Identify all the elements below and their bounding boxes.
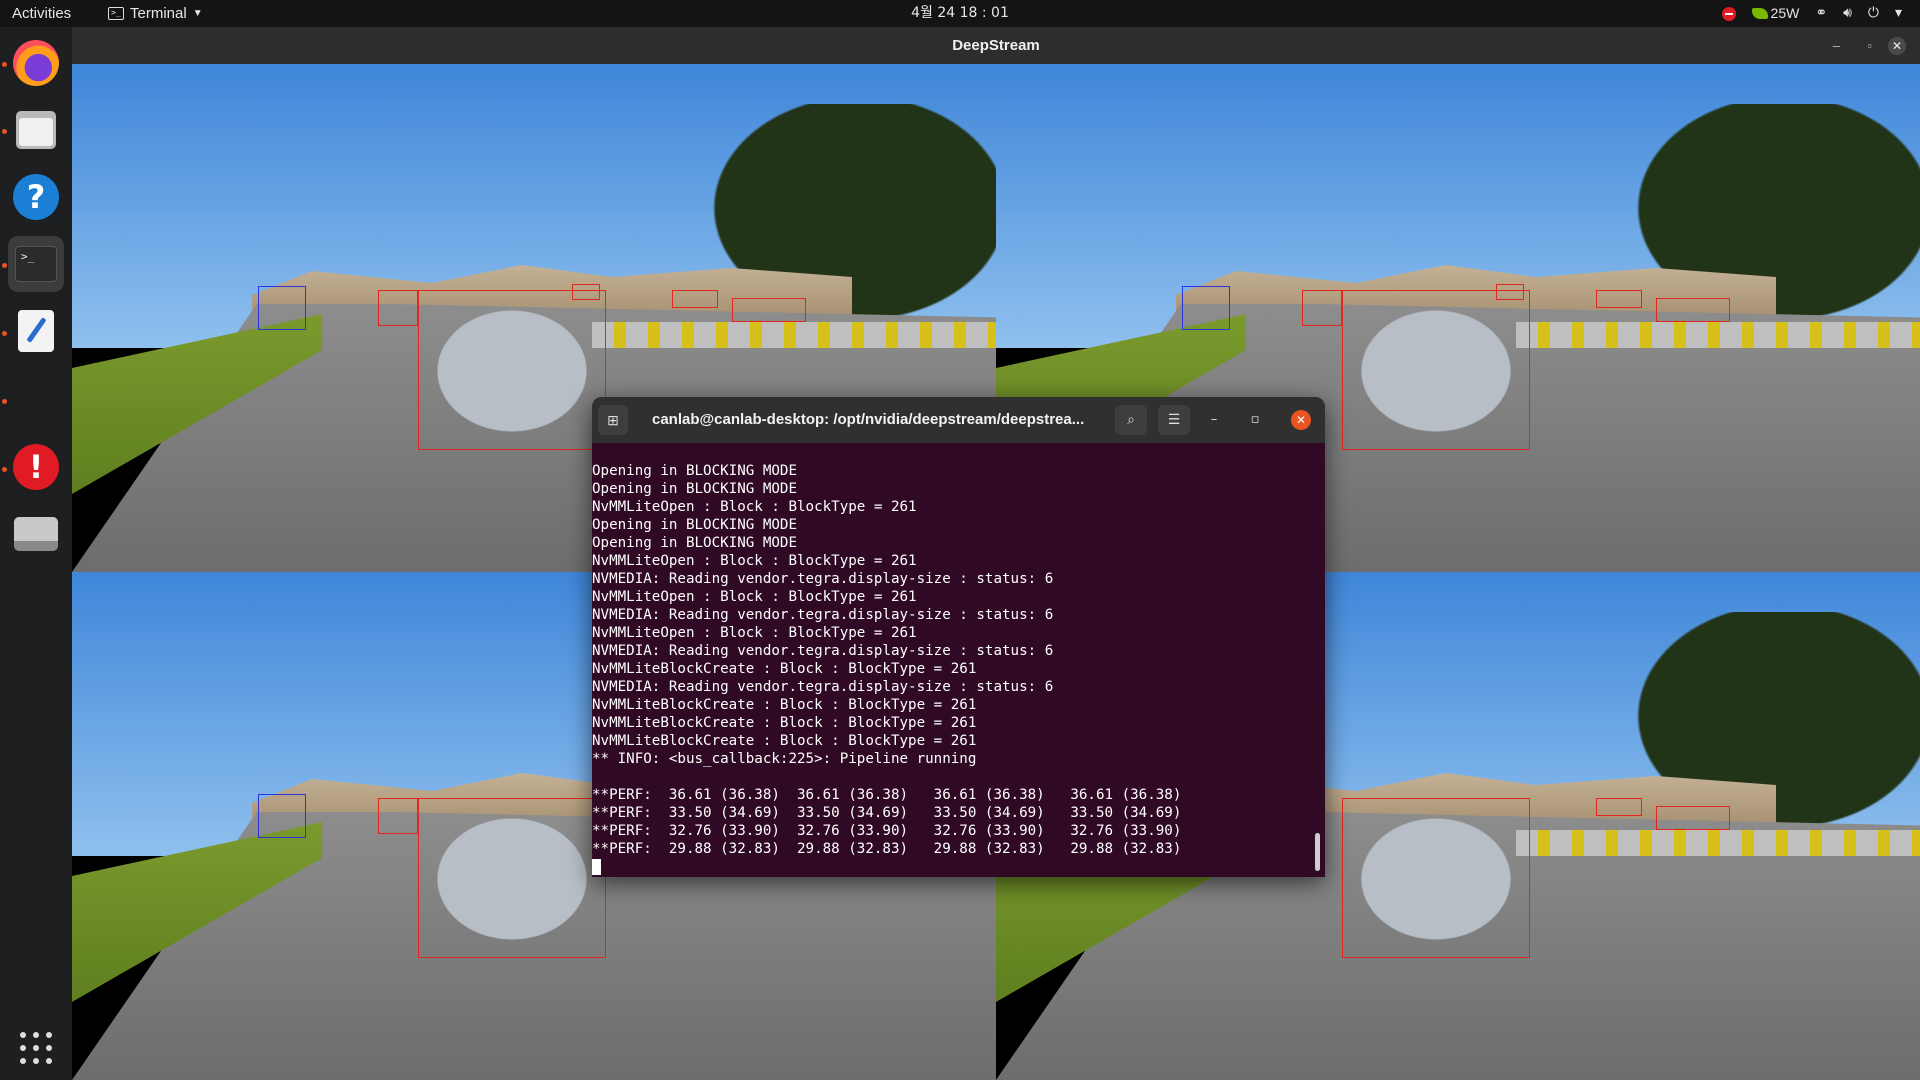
window-title: DeepStream [952, 37, 1040, 54]
text-editor-icon [18, 310, 54, 352]
terminal-line: NvMMLiteOpen : Block : BlockType = 261 [592, 625, 917, 641]
minimize-button[interactable]: – [1202, 405, 1226, 435]
vehicle-bbox [672, 290, 718, 308]
person-bbox [1182, 286, 1230, 330]
search-button[interactable]: ⌕ [1115, 405, 1147, 435]
files-icon [16, 111, 56, 149]
person-bbox [258, 286, 306, 330]
terminal-line: **PERF: 36.61 (36.38) 36.61 (36.38) 36.6… [592, 787, 1182, 803]
terminal-line: **PERF: 33.50 (34.69) 33.50 (34.69) 33.5… [592, 805, 1182, 821]
terminal-line: NvMMLiteBlockCreate : Block : BlockType … [592, 661, 977, 677]
running-indicator [2, 331, 7, 336]
terminal-line: NvMMLiteBlockCreate : Block : BlockType … [592, 733, 977, 749]
dock-terminal[interactable]: >_ [8, 236, 64, 292]
terminal-line: **PERF: 29.88 (32.83) 29.88 (32.83) 29.8… [592, 841, 1182, 857]
minimize-button[interactable]: – [1833, 27, 1840, 64]
dock-software-updater[interactable]: ! [8, 439, 64, 495]
vehicle-bbox [1656, 298, 1730, 322]
vehicle-bbox [378, 798, 418, 834]
running-indicator [2, 399, 7, 404]
hamburger-icon: ☰ [1167, 412, 1181, 428]
nvidia-power-indicator[interactable]: 25W [1751, 0, 1800, 27]
running-indicator [2, 467, 7, 472]
chevron-down-icon[interactable]: ▾ [1895, 0, 1902, 27]
terminal-line: Opening in BLOCKING MODE [592, 463, 797, 479]
running-indicator [2, 129, 7, 134]
vehicle-bbox [418, 798, 606, 958]
terminal-line: NVMEDIA: Reading vendor.tegra.display-si… [592, 643, 1054, 659]
terminal-title: canlab@canlab-desktop: /opt/nvidia/deeps… [652, 411, 1085, 428]
power-icon[interactable]: ⏻ [1868, 0, 1879, 27]
vehicle-bbox [1342, 290, 1530, 450]
drive-icon [14, 517, 58, 551]
top-bar: Activities >_ Terminal ▼ 4월 24 18 : 01 2… [0, 0, 1920, 27]
show-apps-icon[interactable] [20, 1032, 52, 1064]
dock: ? >_ ! [0, 27, 72, 1080]
vehicle-bbox [378, 290, 418, 326]
vehicle-bbox [1496, 284, 1524, 300]
terminal-window[interactable]: ⊞ canlab@canlab-desktop: /opt/nvidia/dee… [592, 397, 1325, 877]
terminal-line: ** INFO: <bus_callback:225>: Pipeline ru… [592, 751, 977, 767]
terminal-line: NVMEDIA: Reading vendor.tegra.display-si… [592, 679, 1054, 695]
power-watts: 25W [1770, 5, 1800, 21]
dock-files[interactable] [8, 102, 64, 158]
new-tab-button[interactable]: ⊞ [598, 405, 628, 435]
scrollbar[interactable] [1315, 833, 1320, 871]
terminal-line: NVMEDIA: Reading vendor.tegra.display-si… [592, 607, 1054, 623]
menu-button[interactable]: ☰ [1158, 405, 1190, 435]
terminal-icon: >_ [15, 246, 57, 282]
vehicle-bbox [1302, 290, 1342, 326]
alert-icon: ! [13, 444, 59, 490]
help-icon: ? [13, 174, 59, 220]
terminal-prompt[interactable] [592, 858, 1312, 876]
running-indicator [2, 62, 7, 67]
vehicle-bbox [572, 284, 600, 300]
vehicle-bbox [418, 290, 606, 450]
vehicle-bbox [1342, 798, 1530, 958]
dock-drive[interactable] [8, 506, 64, 562]
vehicle-bbox [732, 298, 806, 322]
dock-text-editor[interactable] [8, 303, 64, 359]
terminal-line: NvMMLiteOpen : Block : BlockType = 261 [592, 553, 917, 569]
volume-icon[interactable]: 🔊︎ [1843, 0, 1852, 27]
deepstream-titlebar[interactable]: DeepStream [72, 27, 1920, 64]
nvidia-icon [1751, 8, 1768, 19]
terminal-line: NvMMLiteBlockCreate : Block : BlockType … [592, 697, 977, 713]
person-bbox [258, 794, 306, 838]
dock-firefox[interactable] [8, 35, 64, 91]
close-button[interactable]: ✕ [1291, 410, 1311, 430]
vehicle-bbox [1596, 290, 1642, 308]
clock[interactable]: 4월 24 18 : 01 [0, 0, 1920, 27]
terminal-line: Opening in BLOCKING MODE [592, 535, 797, 551]
terminal-line: NvMMLiteOpen : Block : BlockType = 261 [592, 499, 917, 515]
terminal-line: NvMMLiteBlockCreate : Block : BlockType … [592, 715, 977, 731]
network-icon[interactable]: ⚭ [1815, 0, 1827, 27]
running-indicator [2, 263, 7, 268]
terminal-line: NvMMLiteOpen : Block : BlockType = 261 [592, 589, 917, 605]
firefox-icon [13, 40, 59, 86]
maximize-button[interactable]: ▫ [1243, 405, 1267, 435]
dock-help[interactable]: ? [8, 169, 64, 225]
terminal-line: Opening in BLOCKING MODE [592, 517, 797, 533]
terminal-line: Opening in BLOCKING MODE [592, 481, 797, 497]
terminal-line: NVMEDIA: Reading vendor.tegra.display-si… [592, 571, 1054, 587]
maximize-button[interactable]: ▫ [1867, 27, 1872, 64]
do-not-disturb-icon[interactable] [1721, 6, 1736, 21]
text-cursor [592, 859, 601, 875]
system-tray: 25W ⚭ 🔊︎ ⏻ ▾ [1721, 0, 1902, 27]
vehicle-bbox [1596, 798, 1642, 816]
vehicle-bbox [1656, 806, 1730, 830]
terminal-output[interactable]: Opening in BLOCKING MODE Opening in BLOCK… [592, 462, 1312, 877]
close-button[interactable]: ✕ [1888, 37, 1906, 55]
terminal-headerbar[interactable]: ⊞ canlab@canlab-desktop: /opt/nvidia/dee… [592, 397, 1325, 443]
terminal-line: **PERF: 32.76 (33.90) 32.76 (33.90) 32.7… [592, 823, 1182, 839]
search-icon: ⌕ [1127, 412, 1135, 428]
